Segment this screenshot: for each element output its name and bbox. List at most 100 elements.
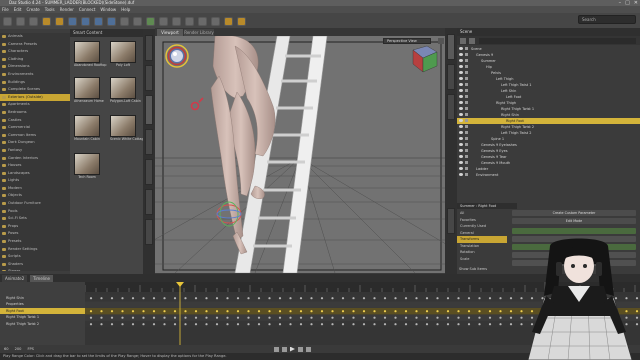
tab-render-library[interactable]: Render Library [184,29,214,36]
library-thumbnail[interactable]: Polygon-Loft Cabin [110,77,141,107]
spot-render-icon[interactable] [185,16,194,26]
library-category-tree[interactable]: Animals Camera Presets Characters Clothing D… [0,33,70,271]
scene-filter-icon[interactable] [460,37,466,44]
tab-animate2[interactable]: Animate2 [2,275,28,282]
visibility-eye-icon[interactable] [459,137,463,140]
library-tree-item[interactable]: Common Items [0,132,70,140]
surface-selection-icon[interactable] [159,16,168,26]
menu-edit[interactable]: Edit [14,6,22,13]
lock-icon[interactable] [465,143,468,146]
menu-create[interactable]: Create [26,6,39,13]
library-tree-item[interactable]: Dimensions [0,63,70,71]
library-tree-item[interactable]: Fantasy [0,147,70,155]
library-tree-item[interactable]: Landscapes [0,170,70,178]
library-tree-item[interactable]: Outdoor Furniture [0,200,70,208]
lock-icon[interactable] [465,47,468,50]
library-thumbnail[interactable]: Poly Loft [110,41,136,71]
menu-tools[interactable]: Tools [45,6,55,13]
search-input[interactable]: Search [578,15,636,24]
scene-search-input[interactable] [479,37,636,44]
visibility-eye-icon[interactable] [459,119,463,122]
library-tree-item[interactable]: Bedrooms [0,109,70,117]
scale-tool-icon[interactable] [107,16,116,26]
parameters-category-list[interactable]: All Favorites Currently Used General Transfo… [457,210,507,274]
visibility-eye-icon[interactable] [459,95,463,98]
visibility-eye-icon[interactable] [459,167,463,170]
visibility-eye-icon[interactable] [459,173,463,176]
library-tree-item[interactable]: Dark Dungeon [0,139,70,147]
tab-content-library[interactable] [145,65,153,91]
last-frame-icon[interactable] [305,346,311,352]
visibility-eye-icon[interactable] [459,149,463,152]
menu-file[interactable]: File [2,6,9,13]
menu-render[interactable]: Render [60,6,74,13]
tab-smart-content[interactable] [145,35,153,61]
tab-parameters[interactable] [447,208,455,234]
lock-icon[interactable] [465,89,468,92]
create-custom-parameter-button[interactable]: Create Custom Parameter [512,210,636,216]
visibility-eye-icon[interactable] [459,77,463,80]
library-tree-item[interactable]: Houses [0,162,70,170]
first-frame-icon[interactable] [273,346,279,352]
universal-tool-icon[interactable] [68,16,77,26]
tab-surfaces[interactable] [145,189,153,215]
library-thumbnail[interactable]: Mountain Cabin [74,115,100,145]
library-tree-item[interactable]: Props [0,223,70,231]
undo-icon[interactable] [42,16,51,26]
lock-icon[interactable] [465,125,468,128]
tab-shaping[interactable] [145,129,153,155]
library-tree-item[interactable]: Scripts [0,253,70,261]
visibility-eye-icon[interactable] [459,101,463,104]
library-tree-item[interactable]: Characters [0,48,70,56]
play-icon[interactable] [289,346,295,352]
scene-eye-icon[interactable] [469,37,475,44]
lock-icon[interactable] [465,107,468,110]
lock-icon[interactable] [465,83,468,86]
visibility-eye-icon[interactable] [459,131,463,134]
lock-icon[interactable] [465,137,468,140]
lock-icon[interactable] [465,71,468,74]
library-tree-item[interactable]: Render Settings [0,246,70,254]
library-tree-item[interactable]: Modern [0,185,70,193]
scene-node-row[interactable]: Environment [457,172,640,178]
library-tree-item[interactable]: Animals [0,33,70,41]
light-icon[interactable] [211,16,220,26]
library-tree-item[interactable]: Complete Scenes [0,86,70,94]
library-thumbnail[interactable]: Scenic White Cottage [110,115,145,145]
show-sub-items-checkbox[interactable]: Show Sub Items [459,266,487,272]
visibility-eye-icon[interactable] [459,59,463,62]
library-tree-item[interactable]: Apartments [0,101,70,109]
render-settings-icon[interactable] [224,16,233,26]
lock-icon[interactable] [465,101,468,104]
visibility-eye-icon[interactable] [459,83,463,86]
visibility-eye-icon[interactable] [459,161,463,164]
visibility-eye-icon[interactable] [459,107,463,110]
library-tree-item[interactable]: Clothing [0,56,70,64]
menu-help[interactable]: Help [121,6,130,13]
visibility-eye-icon[interactable] [459,89,463,92]
visibility-eye-icon[interactable] [459,143,463,146]
node-weight-icon[interactable] [120,16,129,26]
visibility-eye-icon[interactable] [459,47,463,50]
lock-icon[interactable] [465,155,468,158]
library-tree-item[interactable]: Objects [0,192,70,200]
visibility-eye-icon[interactable] [459,65,463,68]
lock-icon[interactable] [465,131,468,134]
library-tree-item[interactable]: Garden Interiors [0,155,70,163]
visibility-eye-icon[interactable] [459,71,463,74]
library-tree-item[interactable]: Shaders [0,261,70,269]
lock-icon[interactable] [465,95,468,98]
library-tree-item[interactable]: Exteriors (Outside) [0,93,70,102]
library-tree-item[interactable]: Camera Presets [0,41,70,49]
timeline-track[interactable]: Right Thigh Twist 2 [0,321,85,327]
library-tree-item[interactable]: Pools [0,208,70,216]
lock-icon[interactable] [465,119,468,122]
library-thumbnail[interactable]: Tech Room [74,153,100,183]
visibility-eye-icon[interactable] [459,53,463,56]
geometry-editor-icon[interactable] [172,16,181,26]
visibility-eye-icon[interactable] [459,125,463,128]
timeline-track-list[interactable]: Right Shin Properties Right Foot Right Thig… [0,282,85,345]
visibility-eye-icon[interactable] [459,113,463,116]
library-thumbnail[interactable]: Abandoned Rooftop [74,41,107,71]
parameter-category[interactable]: Scale [457,256,507,263]
